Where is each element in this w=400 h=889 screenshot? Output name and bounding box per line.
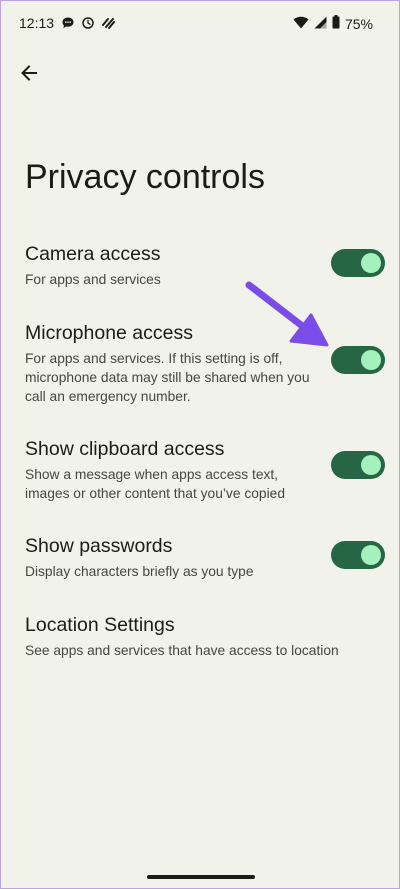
setting-title: Camera access [25,243,161,265]
chat-bubble-icon [61,16,75,35]
setting-show-passwords[interactable]: Show passwords Display characters briefl… [25,533,315,581]
battery-percent: 75% [344,15,373,32]
gesture-nav-handle[interactable] [147,875,255,879]
setting-description: For apps and services. If this setting i… [25,351,310,404]
show-clipboard-access-toggle[interactable] [331,451,385,479]
setting-description: Show a message when apps access text, im… [25,467,285,501]
toggle-knob [361,253,381,273]
arrow-left-icon [19,63,39,88]
battery-icon [332,15,340,32]
cell-signal-icon [314,16,327,32]
toggle-knob [361,545,381,565]
notification-icons [61,16,116,35]
shazam-icon [101,16,116,35]
back-button[interactable] [15,61,43,89]
camera-access-toggle[interactable] [331,249,385,277]
microphone-access-toggle[interactable] [331,346,385,374]
status-bar: 12:13 75% [1,1,399,47]
setting-title: Show passwords [25,535,173,557]
status-time: 12:13 [19,15,55,31]
setting-show-clipboard-access[interactable]: Show clipboard access Show a message whe… [25,436,315,503]
page-title: Privacy controls [25,158,265,196]
sync-clock-icon [81,16,95,35]
system-status: 75% [293,15,373,32]
setting-title: Show clipboard access [25,438,225,460]
annotation-arrow-icon [241,279,333,356]
setting-description: Display characters briefly as you type [25,564,254,579]
toggle-knob [361,455,381,475]
wifi-icon [293,16,309,32]
setting-description: See apps and services that have access t… [25,643,339,658]
setting-title: Location Settings [25,614,175,636]
toggle-knob [361,350,381,370]
show-passwords-toggle[interactable] [331,541,385,569]
setting-location-settings[interactable]: Location Settings See apps and services … [25,612,375,660]
